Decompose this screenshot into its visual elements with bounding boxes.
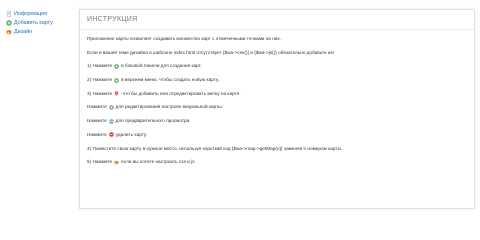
instruction-panel: ИНСТРУКЦИЯ Приложение карты позволяет со…	[79, 9, 475, 209]
preview-icon	[108, 118, 114, 124]
panel-body: Приложение карты позволяет создавать мно…	[80, 30, 474, 165]
sidebar-item-label: Дизайн	[14, 29, 33, 35]
step-3-before: 3) Нажмите	[87, 90, 113, 96]
delete-after: удалить карту.	[115, 131, 148, 137]
sidebar-item-add-map[interactable]: Добавить карту	[6, 19, 72, 27]
plus-circle-icon	[114, 77, 119, 83]
edit-before: Нажмите	[87, 104, 107, 110]
palette-icon	[6, 29, 12, 35]
sidebar: Информация Добавить карту Дизайн	[6, 10, 72, 37]
step-1-before: 1) Нажмите	[87, 63, 113, 69]
panel-title: ИНСТРУКЦИЯ	[80, 10, 474, 30]
step-2-before: 2) Нажмите	[87, 77, 113, 83]
plus-circle-icon	[6, 20, 12, 26]
step-5-before: 5) Нажмите	[87, 159, 113, 165]
sidebar-item-label: Добавить карту	[14, 20, 53, 26]
document-icon	[6, 11, 12, 17]
preview-before: Нажмите	[87, 118, 107, 124]
step-5-after: если вы хотите настроить css и js.	[121, 159, 196, 165]
preview-after: для предварительного просмотра.	[115, 118, 191, 124]
delete-icon	[108, 132, 114, 138]
map-marker-icon	[114, 91, 119, 96]
step-2-after: в верхнем меню, чтобы создать новую карт…	[121, 77, 220, 83]
gear-icon	[108, 105, 114, 110]
page: Информация Добавить карту Дизайн ИНСТРУК…	[0, 0, 480, 217]
edit-after: для редактирования настроек визуальной к…	[115, 104, 223, 110]
step-3-after: -что бы добавить или отредактировать мет…	[121, 90, 241, 96]
sidebar-item-design[interactable]: Дизайн	[6, 28, 72, 36]
palette-icon	[114, 160, 119, 165]
step-1-after: в боковой панели для создания карт.	[121, 63, 202, 69]
delete-before: Нажмите	[87, 131, 107, 137]
sidebar-item-label: Информация	[14, 11, 48, 17]
sidebar-item-info[interactable]: Информация	[6, 10, 72, 18]
plus-circle-icon	[114, 64, 119, 69]
step-5: 5) Нажмите если вы хотите настроить css …	[87, 159, 467, 165]
